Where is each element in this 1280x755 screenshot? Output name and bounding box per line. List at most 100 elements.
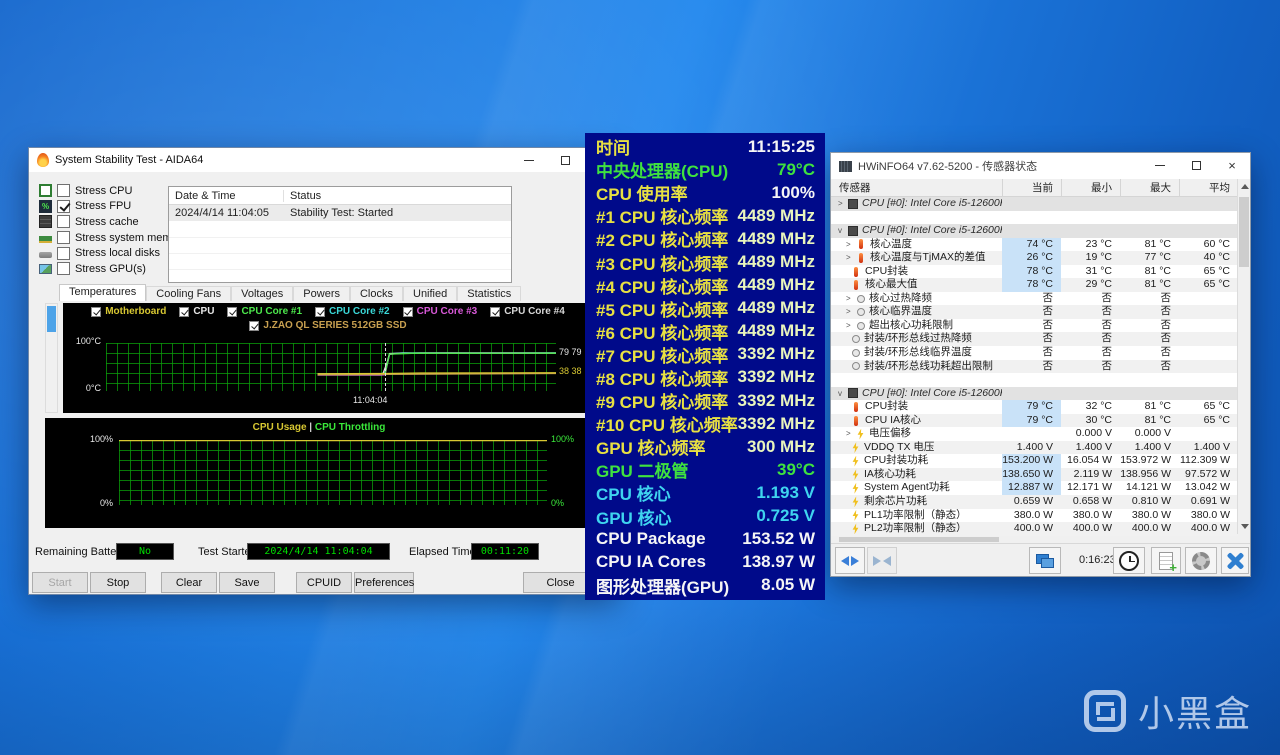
- stress-option-list: Stress CPU Stress FPU Stress cache: [39, 183, 187, 277]
- legend-checkbox[interactable]: [315, 306, 326, 317]
- expand-arrow-icon[interactable]: v: [838, 224, 848, 238]
- column-min[interactable]: 最小: [1061, 179, 1120, 196]
- tab[interactable]: Cooling Fans: [146, 286, 232, 301]
- sensor-row[interactable]: > 核心过热降频 否 否 否: [831, 292, 1238, 306]
- horizontal-scrollbar[interactable]: [831, 536, 1238, 543]
- tab[interactable]: Unified: [403, 286, 458, 301]
- stress-option-checkbox[interactable]: [57, 246, 70, 260]
- sensor-row[interactable]: CPU封装功耗 153.200 W 16.054 W 153.972 W 112…: [831, 454, 1238, 468]
- osd-value: 8.05 W: [761, 575, 815, 595]
- column-avg[interactable]: 平均: [1179, 179, 1238, 196]
- stress-option-checkbox[interactable]: [57, 184, 70, 198]
- tab[interactable]: Powers: [293, 286, 350, 301]
- osd-row: #4 CPU 核心频率 4489 MHz: [585, 274, 825, 297]
- sensor-row[interactable]: 核心最大值 78 °C 29 °C 81 °C 65 °C: [831, 278, 1238, 292]
- report-add-icon: [1159, 551, 1177, 575]
- scrollbar-thumb[interactable]: [1239, 197, 1249, 267]
- sensor-row[interactable]: > 电压偏移 0.000 V 0.000 V: [831, 427, 1238, 441]
- aida64-titlebar[interactable]: System Stability Test - AIDA64 ×: [29, 148, 619, 172]
- minimize-button[interactable]: [1142, 153, 1178, 177]
- sensor-row[interactable]: 剩余芯片功耗 0.659 W 0.658 W 0.810 W 0.691 W: [831, 495, 1238, 509]
- sensor-min-value: [1061, 211, 1120, 225]
- sensor-row[interactable]: PL1功率限制（静态） 380.0 W 380.0 W 380.0 W 380.…: [831, 509, 1238, 523]
- aida64-action-button[interactable]: CPUID: [296, 572, 352, 593]
- aida64-action-button[interactable]: Stop: [90, 572, 146, 593]
- sensor-row[interactable]: > CPU [#0]: Intel Core i5-12600KF: [831, 197, 1238, 211]
- hwinfo-titlebar[interactable]: HWiNFO64 v7.62-5200 - 传感器状态 ×: [831, 153, 1250, 179]
- navigate-back-forward-button[interactable]: [835, 547, 865, 574]
- stress-option-checkbox[interactable]: [57, 231, 70, 245]
- aida64-action-button[interactable]: Start: [32, 572, 88, 593]
- expand-arrow-icon[interactable]: >: [846, 427, 856, 441]
- sensor-row[interactable]: System Agent功耗 12.887 W 12.171 W 14.121 …: [831, 481, 1238, 496]
- graph-vertical-scrollbar[interactable]: [45, 303, 58, 413]
- sensor-row[interactable]: v CPU [#0]: Intel Core i5-12600KF:...: [831, 224, 1238, 238]
- log-row[interactable]: 2024/4/14 11:04:05 Stability Test: Start…: [169, 205, 511, 221]
- column-current[interactable]: 当前: [1002, 179, 1061, 196]
- sensor-row[interactable]: > 核心临界温度 否 否 否: [831, 305, 1238, 319]
- sensor-row[interactable]: IA核心功耗 138.650 W 2.119 W 138.956 W 97.57…: [831, 467, 1238, 482]
- stress-option-checkbox[interactable]: [57, 262, 70, 276]
- stress-option-checkbox[interactable]: [57, 199, 70, 213]
- maximize-button[interactable]: [1178, 153, 1214, 177]
- minimize-button[interactable]: [511, 148, 547, 172]
- legend-checkbox[interactable]: [179, 306, 190, 317]
- sensor-row[interactable]: CPU封装 78 °C 31 °C 81 °C 65 °C: [831, 264, 1238, 279]
- legend-item: CPU Core #2: [315, 306, 390, 317]
- log-col-datetime[interactable]: Date & Time: [169, 189, 284, 202]
- expand-arrow-icon[interactable]: v: [838, 387, 848, 401]
- legend-checkbox[interactable]: [402, 306, 413, 317]
- expand-arrow-icon[interactable]: >: [846, 319, 856, 333]
- sensor-row[interactable]: PL2功率限制（静态） 400.0 W 400.0 W 400.0 W 400.…: [831, 522, 1238, 536]
- sensor-row[interactable]: CPU封装 79 °C 32 °C 81 °C 65 °C: [831, 400, 1238, 414]
- sensor-row[interactable]: [831, 373, 1238, 387]
- tab[interactable]: Voltages: [231, 286, 294, 301]
- sensor-row[interactable]: v CPU [#0]: Intel Core i5-12600KF:...: [831, 386, 1238, 401]
- sensor-row[interactable]: CPU IA核心 79 °C 30 °C 81 °C 65 °C: [831, 413, 1238, 428]
- tab[interactable]: Temperatures: [59, 284, 147, 301]
- sensor-row[interactable]: > 超出核心功耗限制 否 否 否: [831, 319, 1238, 333]
- stress-option-checkbox[interactable]: [57, 215, 70, 229]
- tab[interactable]: Clocks: [349, 286, 403, 301]
- sensor-row[interactable]: [831, 210, 1238, 225]
- legend-checkbox[interactable]: [490, 306, 501, 317]
- expand-arrow-icon[interactable]: >: [846, 238, 856, 252]
- legend-checkbox[interactable]: [227, 306, 238, 317]
- maximize-button[interactable]: [547, 148, 583, 172]
- sensor-row[interactable]: > 核心温度与TjMAX的差值 26 °C 19 °C 77 °C 40 °C: [831, 251, 1238, 265]
- scroll-down-icon[interactable]: [1241, 524, 1249, 529]
- aida64-osd-panel[interactable]: 时间 11:15:25 中央处理器(CPU) 79°C CPU 使用率 100%…: [585, 133, 825, 600]
- scrollbar-thumb[interactable]: [839, 537, 999, 542]
- expand-arrow-icon[interactable]: >: [838, 197, 848, 211]
- expand-arrow-icon[interactable]: >: [846, 292, 856, 306]
- log-col-status[interactable]: Status: [284, 190, 321, 202]
- settings-button[interactable]: [1185, 547, 1217, 574]
- clock-button[interactable]: [1113, 547, 1145, 574]
- sensor-row[interactable]: > 核心温度 74 °C 23 °C 81 °C 60 °C: [831, 237, 1238, 252]
- column-sensor[interactable]: 传感器: [831, 180, 1002, 195]
- expand-arrow-icon[interactable]: >: [846, 251, 856, 265]
- scrollbar-thumb[interactable]: [47, 306, 56, 332]
- current-temp-label-cpu: 79 79: [559, 347, 582, 357]
- logging-button[interactable]: [1151, 547, 1181, 575]
- remote-sensors-button[interactable]: [1029, 547, 1061, 574]
- sensor-type-icon: [852, 362, 860, 371]
- legend-checkbox[interactable]: [91, 306, 102, 317]
- sensor-type-icon: [848, 388, 858, 399]
- tab[interactable]: Statistics: [457, 286, 522, 301]
- vertical-scrollbar[interactable]: [1237, 179, 1250, 534]
- aida64-action-button[interactable]: Save: [219, 572, 275, 593]
- sensor-row[interactable]: 封装/环形总线临界温度 否 否 否: [831, 346, 1238, 360]
- sensor-row[interactable]: 封装/环形总线过热降频 否 否 否: [831, 332, 1238, 347]
- navigate-disabled-button[interactable]: [867, 547, 897, 574]
- close-button[interactable]: ×: [1214, 153, 1250, 177]
- sensor-row[interactable]: 封装/环形总线功耗超出限制 否 否 否: [831, 359, 1238, 374]
- expand-arrow-icon[interactable]: >: [846, 305, 856, 319]
- aida64-action-button[interactable]: Clear: [161, 572, 217, 593]
- sensor-row[interactable]: VDDQ TX 电压 1.400 V 1.400 V 1.400 V 1.400…: [831, 440, 1238, 455]
- column-max[interactable]: 最大: [1120, 179, 1179, 196]
- scroll-up-icon[interactable]: [1241, 184, 1249, 189]
- aida64-action-button[interactable]: Preferences: [354, 572, 414, 593]
- legend-checkbox[interactable]: [249, 320, 260, 331]
- close-sensors-button[interactable]: [1221, 547, 1249, 574]
